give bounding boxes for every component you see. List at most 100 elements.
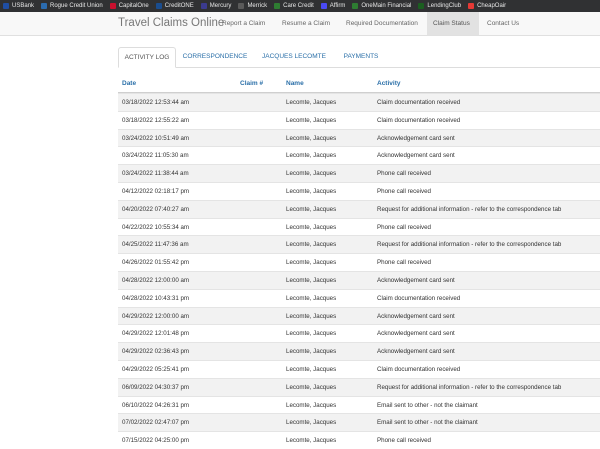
bookmark-item[interactable]: Merrick (235, 0, 271, 12)
bookmark-label: Merrick (247, 3, 268, 9)
bookmark-label: OneMain Financial (361, 3, 412, 9)
bookmark-favicon-icon (200, 3, 207, 9)
cell-activity: Request for additional information - ref… (377, 205, 562, 213)
nav-claim-status[interactable]: Claim Status (427, 12, 479, 35)
cell-name: Lecomte, Jacques (286, 348, 337, 356)
cell-name: Lecomte, Jacques (286, 187, 337, 195)
header-claim-number[interactable]: Claim # (240, 80, 263, 87)
tab-activity-log[interactable]: ACTIVITY LOG (118, 47, 176, 68)
bookmark-label: CheapOair (477, 3, 507, 9)
bookmark-favicon-icon (418, 3, 425, 9)
cell-name: Lecomte, Jacques (286, 205, 337, 213)
table-row: 03/24/2022 10:51:49 am Lecomte, Jacques Ac… (118, 128, 600, 147)
header-name[interactable]: Name (286, 80, 304, 87)
cell-date: 04/29/2022 12:01:48 pm (122, 330, 190, 338)
table-row: 04/29/2022 05:25:41 pm Lecomte, Jacques Cl… (118, 359, 600, 378)
activity-log-table: Date Claim # Name Activity 03/18/2022 12… (118, 76, 600, 449)
bookmark-item[interactable]: CapitalOne (107, 0, 153, 12)
nav-required-documentation[interactable]: Required Documentation (340, 12, 424, 35)
nav-resume-claim[interactable]: Resume a Claim (276, 12, 336, 35)
cell-date: 03/24/2022 10:51:49 am (122, 134, 190, 142)
table-row: 04/29/2022 12:00:00 am Lecomte, Jacques Ac… (118, 306, 600, 325)
bookmark-item[interactable]: CreditONE (153, 0, 198, 12)
cell-date: 04/29/2022 05:25:41 pm (122, 365, 190, 373)
cell-date: 07/15/2022 04:25:00 pm (122, 437, 190, 445)
tab-jacques-lecomte[interactable]: JACQUES LECOMTE (255, 47, 333, 68)
table-header: Date Claim # Name Activity (118, 76, 600, 93)
header-activity[interactable]: Activity (377, 80, 400, 87)
cell-name: Lecomte, Jacques (286, 294, 337, 302)
cell-name: Lecomte, Jacques (286, 401, 337, 409)
bookmark-label: Affirm (329, 3, 346, 9)
cell-name: Lecomte, Jacques (286, 383, 337, 391)
table-row: 04/20/2022 07:40:27 am Lecomte, Jacques Re… (118, 199, 600, 218)
cell-date: 04/29/2022 12:00:00 am (122, 312, 190, 320)
bookmark-item[interactable]: LendingClub (415, 0, 465, 12)
cell-activity: Request for additional information - ref… (377, 383, 562, 391)
bookmark-label: Rogue Credit Union (50, 3, 103, 9)
cell-name: Lecomte, Jacques (286, 437, 337, 445)
bookmark-label: CreditONE (164, 3, 194, 9)
cell-date: 04/28/2022 12:00:00 am (122, 276, 190, 284)
brand-title[interactable]: Travel Claims Online (118, 17, 224, 29)
bookmark-item[interactable]: OneMain Financial (349, 0, 415, 12)
bookmark-favicon-icon (238, 3, 245, 9)
cell-name: Lecomte, Jacques (286, 312, 337, 320)
bookmark-label: Mercury (209, 3, 232, 9)
cell-activity: Phone call received (377, 170, 432, 178)
table-row: 06/10/2022 04:26:31 pm Lecomte, Jacques Em… (118, 395, 600, 414)
tab-correspondence[interactable]: CORRESPONDENCE (180, 47, 250, 68)
table-row: 04/22/2022 10:55:34 am Lecomte, Jacques Ph… (118, 217, 600, 236)
table-row: 06/09/2022 04:30:37 pm Lecomte, Jacques Re… (118, 377, 600, 396)
bookmark-label: LendingClub (427, 3, 462, 9)
navbar: Travel Claims Online Report a Claim Resu… (0, 12, 600, 36)
nav-report-claim[interactable]: Report a Claim (216, 12, 271, 35)
cell-activity: Acknowledgement card sent (377, 330, 455, 338)
cell-name: Lecomte, Jacques (286, 99, 337, 106)
bookmark-item[interactable]: CheapOair (465, 0, 510, 12)
bookmark-item[interactable]: Rogue Credit Union (38, 0, 107, 12)
cell-date: 04/26/2022 01:55:42 pm (122, 259, 190, 267)
cell-name: Lecomte, Jacques (286, 170, 337, 178)
cell-activity: Claim documentation received (377, 365, 461, 373)
cell-activity: Acknowledgement card sent (377, 152, 455, 160)
table-row: 04/25/2022 11:47:36 am Lecomte, Jacques Re… (118, 235, 600, 254)
cell-name: Lecomte, Jacques (286, 330, 337, 338)
cell-name: Lecomte, Jacques (286, 152, 337, 160)
table-row: 04/29/2022 02:36:43 pm Lecomte, Jacques Ac… (118, 342, 600, 360)
bookmark-item[interactable]: USBank (0, 0, 38, 12)
cell-activity: Email sent to other - not the claimant (377, 419, 478, 427)
table-row: 04/12/2022 02:18:17 pm Lecomte, Jacques Ph… (118, 181, 600, 200)
bookmarks-bar: USBank Rogue Credit Union CapitalOne Credit… (0, 0, 600, 12)
cell-date: 04/22/2022 10:55:34 am (122, 223, 190, 231)
bookmark-item[interactable]: Care Credit (271, 0, 318, 12)
cell-date: 03/18/2022 12:53:44 am (122, 99, 190, 106)
cell-activity: Phone call received (377, 437, 432, 445)
bookmark-item[interactable]: Affirm (318, 0, 350, 12)
table-body: 03/18/2022 12:53:44 am Lecomte, Jacques Cl… (118, 93, 600, 449)
cell-date: 03/24/2022 11:05:30 am (122, 152, 189, 160)
header-date[interactable]: Date (122, 80, 136, 87)
bookmark-favicon-icon (41, 3, 48, 9)
cell-activity: Email sent to other - not the claimant (377, 401, 478, 409)
bookmark-favicon-icon (109, 3, 116, 9)
cell-activity: Acknowledgement card sent (377, 134, 455, 142)
bookmark-favicon-icon (468, 3, 475, 9)
bookmark-favicon-icon (274, 3, 281, 9)
cell-activity: Phone call received (377, 187, 432, 195)
cell-activity: Claim documentation received (377, 99, 461, 106)
cell-name: Lecomte, Jacques (286, 365, 337, 373)
nav-contact-us[interactable]: Contact Us (481, 12, 525, 35)
cell-activity: Request for additional information - ref… (377, 241, 562, 249)
cell-date: 04/28/2022 10:43:31 pm (122, 294, 190, 302)
tab-payments[interactable]: PAYMENTS (338, 47, 384, 68)
cell-date: 06/09/2022 04:30:37 pm (122, 383, 190, 391)
cell-activity: Phone call received (377, 223, 432, 231)
table-row: 03/24/2022 11:38:44 am Lecomte, Jacques Ph… (118, 164, 600, 182)
cell-name: Lecomte, Jacques (286, 223, 337, 231)
cell-date: 03/24/2022 11:38:44 am (122, 170, 189, 178)
bookmark-item[interactable]: Mercury (198, 0, 236, 12)
cell-date: 04/12/2022 02:18:17 pm (122, 187, 190, 195)
table-row: 04/29/2022 12:01:48 pm Lecomte, Jacques Ac… (118, 324, 600, 342)
table-row: 04/26/2022 01:55:42 pm Lecomte, Jacques Ph… (118, 253, 600, 271)
